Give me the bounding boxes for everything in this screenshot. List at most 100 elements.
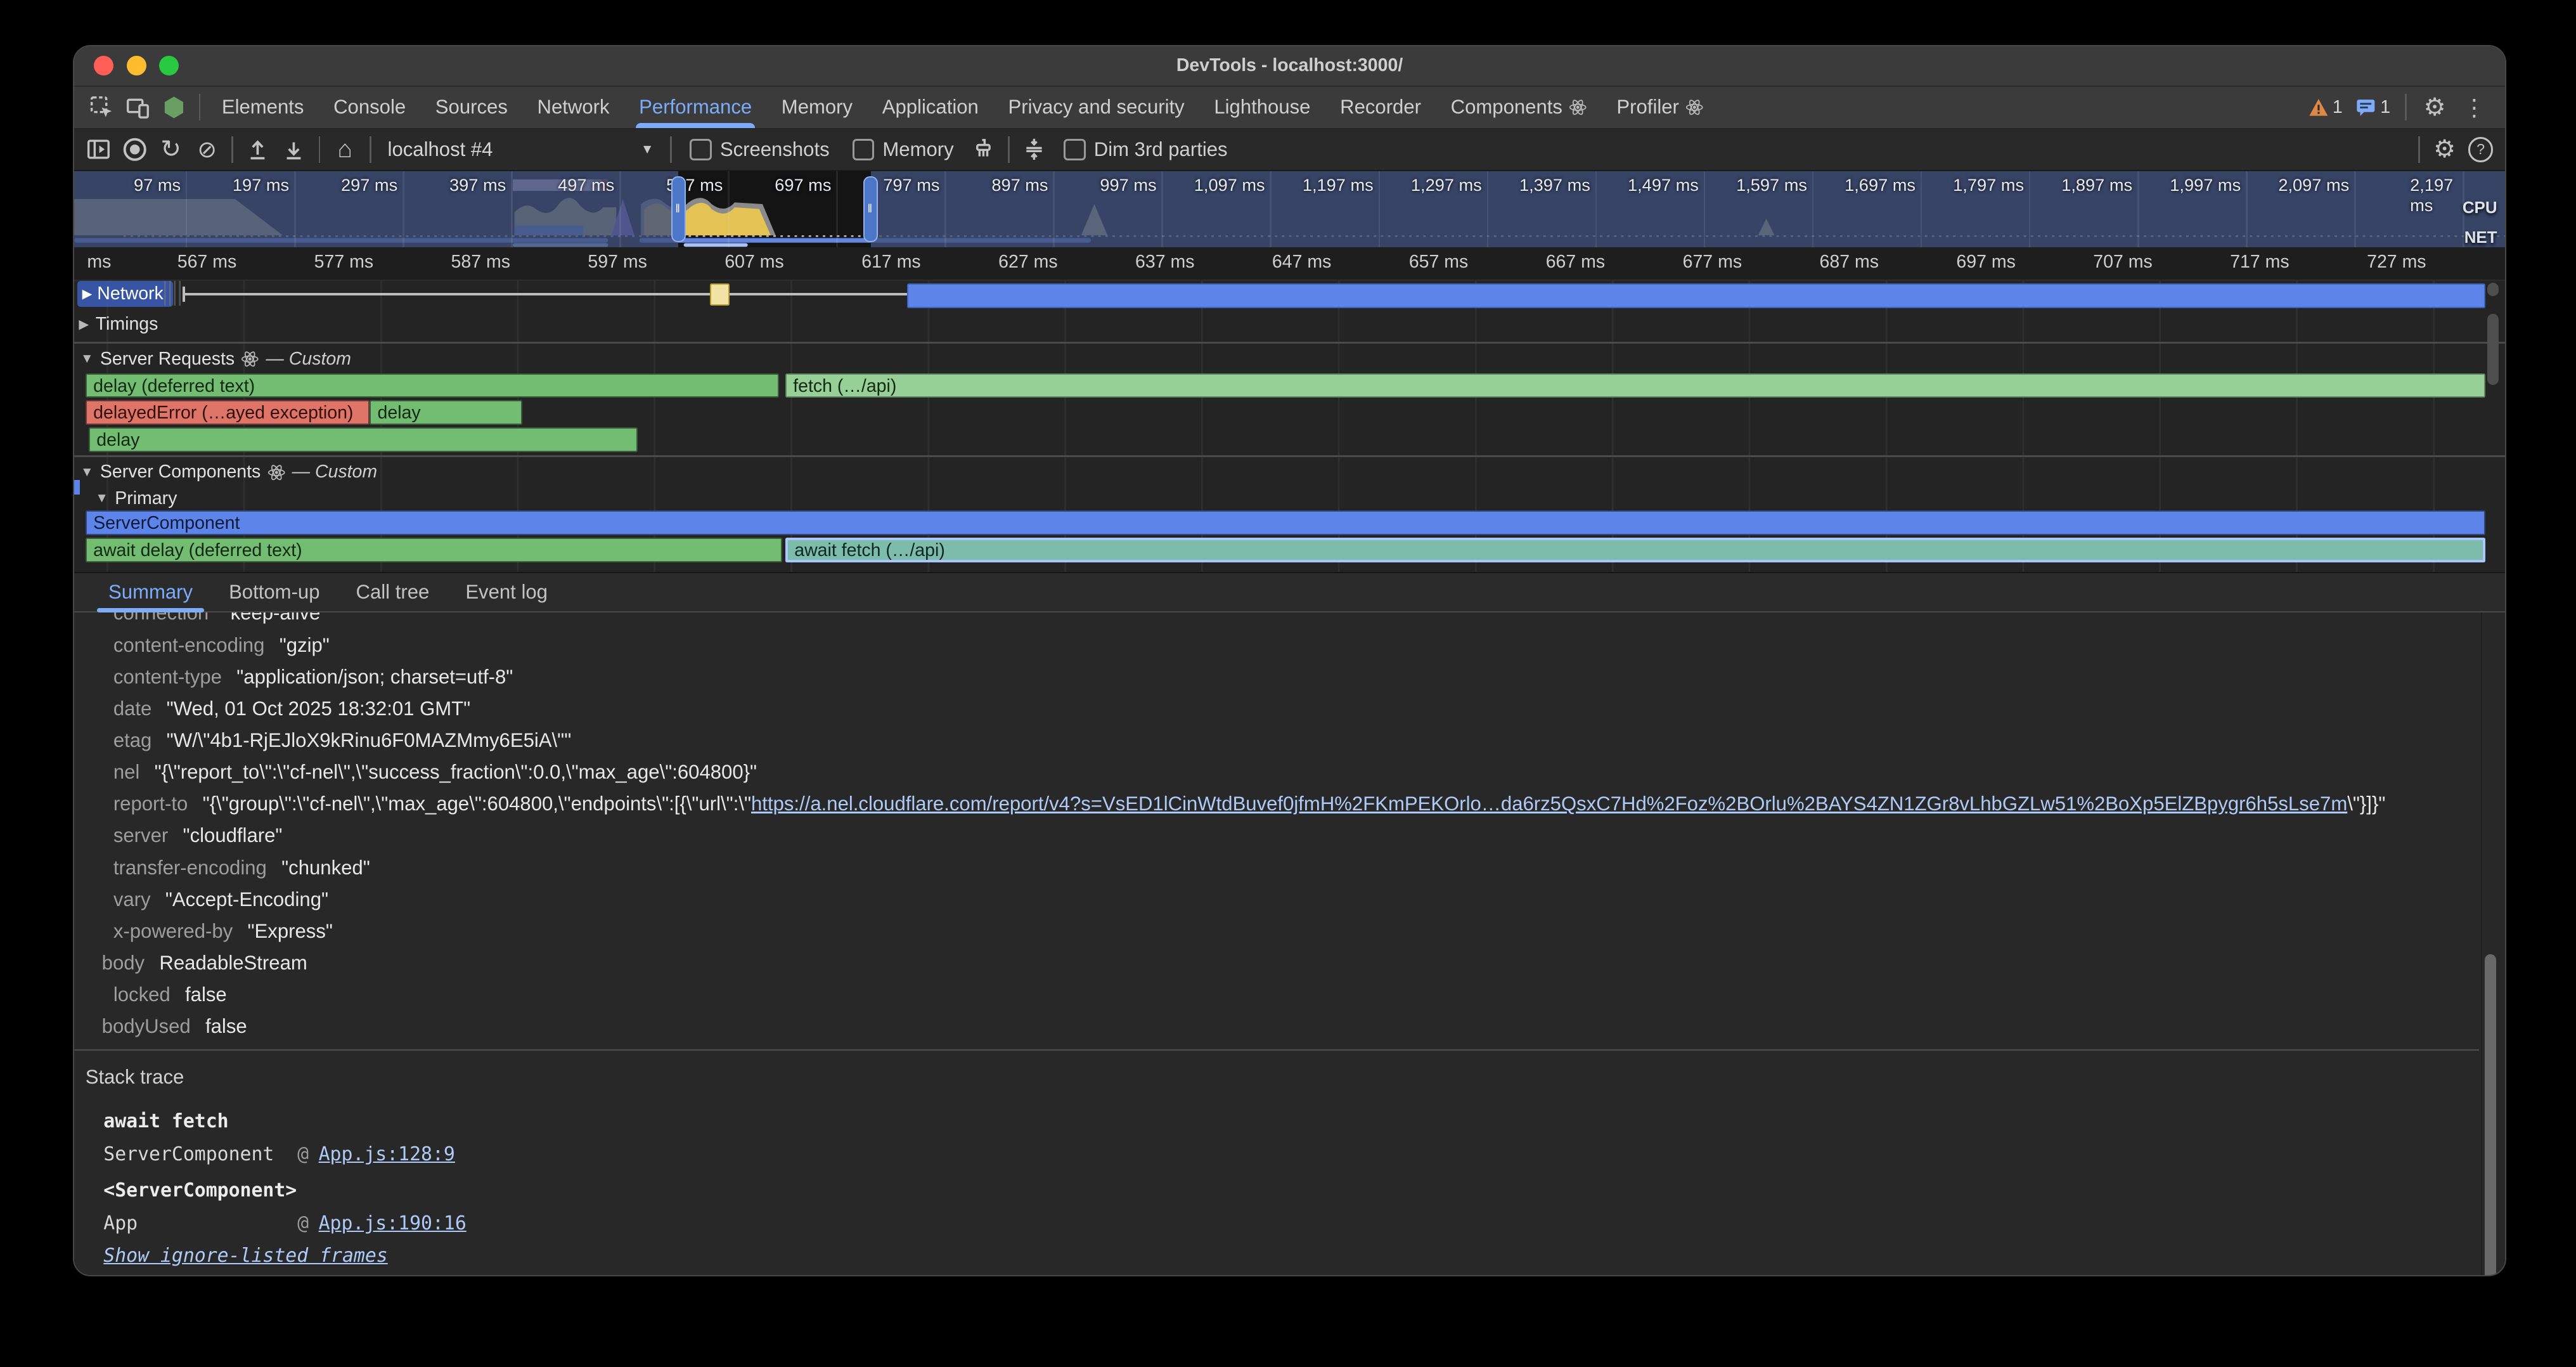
frame-location-link[interactable]: App.js:190:16 [319, 1212, 467, 1234]
kebab-menu-icon[interactable]: ⋮ [2456, 89, 2492, 126]
settings-gear-icon[interactable]: ⚙ [2417, 89, 2453, 126]
tab-performance[interactable]: Performance [624, 87, 767, 128]
overview-gridline [1921, 171, 1922, 247]
summary-scrollbar-thumb[interactable] [2485, 954, 2496, 1275]
tracks-scrollbar-thumb[interactable] [2487, 314, 2499, 384]
clear-icon[interactable]: ⊘ [189, 131, 225, 167]
track-network-label[interactable]: ▶ Network [77, 281, 174, 306]
toggle-sidebar-icon[interactable] [80, 131, 117, 167]
ruler-time-label: 677 ms [1683, 252, 1742, 273]
tab-recorder[interactable]: Recorder [1325, 87, 1436, 128]
property-row-x-powered-by: x-powered-by"Express" [74, 916, 2506, 947]
history-select[interactable]: localhost #4 ▼ [378, 133, 664, 166]
load-profile-icon[interactable] [240, 131, 276, 167]
overview-gridline [728, 171, 730, 247]
window-right-handle[interactable]: ‖ [863, 176, 878, 242]
network-request-bar[interactable] [710, 283, 730, 306]
tab-lighthouse[interactable]: Lighthouse [1199, 87, 1325, 128]
property-value: "Express" [248, 920, 333, 943]
tab-network[interactable]: Network [522, 87, 624, 128]
device-toolbar-icon[interactable] [120, 89, 156, 126]
timeline-event-bar[interactable]: delayedError (…ayed exception) [86, 400, 370, 425]
details-tab-call-tree[interactable]: Call tree [338, 573, 448, 611]
screenshots-checkbox[interactable]: Screenshots [690, 138, 829, 161]
tab-label: Sources [435, 96, 508, 119]
record-icon[interactable] [117, 131, 153, 167]
timeline-event-bar[interactable]: delay [370, 400, 522, 425]
tab-components[interactable]: Components [1436, 87, 1602, 128]
property-value: "gzip" [280, 634, 330, 657]
timeline-ruler: ms 567 ms577 ms587 ms597 ms607 ms617 ms6… [74, 247, 2506, 282]
timeline-event-bar[interactable]: await delay (deferred text) [86, 538, 782, 562]
tab-application[interactable]: Application [867, 87, 993, 128]
minimize-window-button[interactable] [127, 56, 146, 75]
timeline-event-bar[interactable]: delay [89, 427, 638, 452]
tab-console[interactable]: Console [319, 87, 421, 128]
timeline-event-bar[interactable]: delay (deferred text) [86, 373, 779, 398]
network-request-bar[interactable] [907, 283, 2486, 308]
property-row-body: bodyReadableStream [74, 947, 2506, 979]
timeline-event-bar[interactable]: ServerComponent [86, 510, 2486, 535]
track-selected-indicator [74, 480, 80, 495]
timeline-overview[interactable]: 97 ms197 ms297 ms397 ms497 ms597 ms697 m… [74, 171, 2506, 247]
overview-time-label: 897 ms [991, 175, 1048, 195]
node-icon[interactable] [156, 89, 192, 126]
tab-elements[interactable]: Elements [207, 87, 319, 128]
property-key: etag [113, 729, 152, 752]
report-url-link[interactable]: https://a.nel.cloudflare.com/report/v4?s… [751, 793, 2347, 815]
net-lane-label: NET [2464, 229, 2497, 247]
track-server-requests-label[interactable]: ▼ Server Requests — Custom [80, 349, 351, 370]
chevron-down-icon: ▼ [641, 142, 654, 157]
ruler-label: ms [87, 252, 111, 273]
ruler-time-label: 687 ms [1820, 252, 1879, 273]
issues-badge[interactable]: 1 [2351, 97, 2395, 118]
tab-sources[interactable]: Sources [420, 87, 522, 128]
overview-gridline [1704, 171, 1706, 247]
group-primary-label[interactable]: ▼ Primary [95, 488, 177, 509]
tab-memory[interactable]: Memory [766, 87, 867, 128]
help-icon[interactable]: ? [2463, 131, 2499, 167]
overview-time-label: 497 ms [558, 175, 614, 195]
shortcut-dialog-icon[interactable] [1016, 131, 1052, 167]
details-tab-bottom-up[interactable]: Bottom-up [211, 573, 338, 611]
show-ignore-listed-frames-link[interactable]: Show ignore-listed frames [103, 1245, 387, 1267]
timeline-event-bar[interactable]: fetch (…/api) [785, 373, 2486, 398]
track-server-components-label[interactable]: ▼ Server Components — Custom [80, 462, 377, 483]
dim-3rd-parties-checkbox[interactable]: Dim 3rd parties [1064, 138, 1227, 161]
save-profile-icon[interactable] [276, 131, 312, 167]
property-key: report-to [113, 793, 188, 815]
tab-privacy-and-security[interactable]: Privacy and security [993, 87, 1199, 128]
property-row-content-encoding: content-encoding "gzip" [74, 630, 2506, 661]
zoom-window-button[interactable] [159, 56, 179, 75]
property-row-report-to: report-to "{\"group\":\"cf-nel\",\"max_ag… [74, 788, 2506, 820]
frame-location-link[interactable]: App.js:128:9 [319, 1143, 455, 1165]
inspect-element-icon[interactable] [84, 89, 120, 126]
tab-profiler[interactable]: Profiler [1602, 87, 1718, 128]
message-icon [2355, 98, 2377, 117]
stack-component-label: <ServerComponent> [103, 1174, 2505, 1207]
overview-gridline [1595, 171, 1597, 247]
property-key: content-encoding [113, 634, 265, 657]
memory-checkbox[interactable]: Memory [853, 138, 954, 161]
tab-label: Profiler [1616, 96, 1679, 119]
capture-settings-gear-icon[interactable]: ⚙ [2426, 131, 2463, 167]
overview-gridline [1053, 171, 1055, 247]
details-tab-event-log[interactable]: Event log [448, 573, 566, 611]
property-row-content-type: content-type"application/json; charset=u… [74, 661, 2506, 693]
property-value: "{\"group\":\"cf-nel\",\"max_age\":60480… [203, 793, 751, 815]
property-key: vary [113, 888, 151, 911]
track-drag-handle[interactable] [164, 281, 181, 306]
timeline-event-bar[interactable]: await fetch (…/api) [785, 538, 2486, 562]
window-left-handle[interactable]: ‖ [671, 176, 686, 242]
live-metrics-home-icon[interactable]: ⌂ [327, 131, 363, 167]
tracks-scrollbar[interactable] [2487, 283, 2499, 296]
record-and-reload-icon[interactable]: ↻ [153, 131, 189, 167]
property-key: bodyUsed [102, 1015, 191, 1038]
collect-garbage-icon[interactable] [965, 131, 1001, 167]
summary-scrollbar-track[interactable] [2481, 612, 2497, 1276]
warnings-badge[interactable]: 1 [2303, 97, 2347, 118]
close-window-button[interactable] [94, 56, 113, 75]
details-tab-summary[interactable]: Summary [91, 573, 211, 611]
property-value: ReadableStream [159, 952, 307, 975]
track-timings-label[interactable]: ▶ Timings [79, 314, 158, 335]
